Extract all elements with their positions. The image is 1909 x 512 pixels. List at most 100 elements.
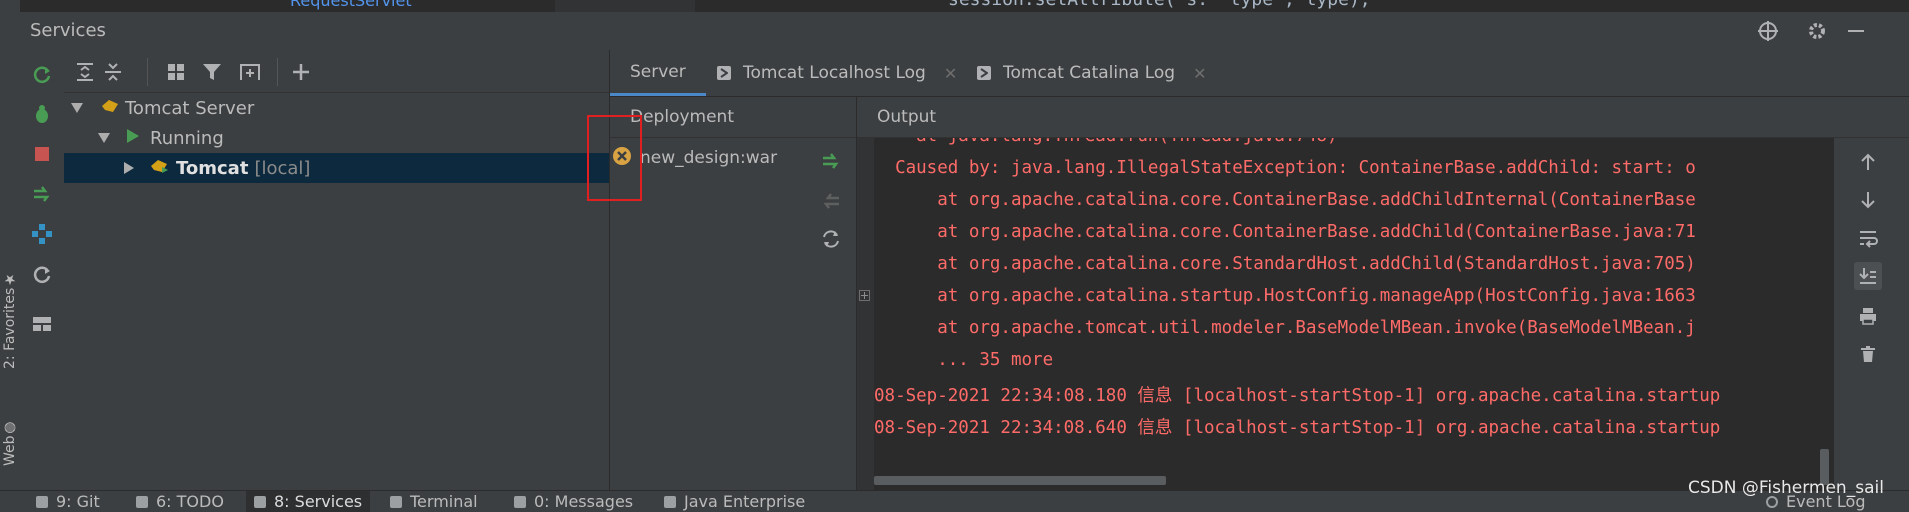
chevron-down-icon[interactable] — [98, 133, 110, 143]
tab-git-label: 9: Git — [56, 492, 100, 511]
soft-wrap-icon[interactable] — [1854, 224, 1882, 252]
globe-icon: ◍ — [2, 419, 18, 436]
artifacts-icon[interactable] — [30, 222, 54, 246]
tomcat-running-icon — [150, 158, 172, 179]
services-title-bar: Services — [20, 12, 1909, 50]
favorites-tab-label: 2: Favorites — [2, 287, 18, 369]
tree-label-tomcat-server: Tomcat Server — [125, 97, 255, 119]
tree-label-local: [local] — [254, 157, 311, 179]
web-tab[interactable]: Web ◍ — [0, 412, 20, 474]
stop-icon[interactable] — [30, 142, 54, 166]
deployment-title: Deployment — [630, 107, 734, 127]
console-line: ... 35 more — [874, 350, 1054, 370]
console-line: 08-Sep-2021 22:34:08.180 信息 [localhost-s… — [874, 386, 1721, 406]
terminal-icon — [390, 495, 402, 508]
rerun-icon[interactable] — [30, 62, 54, 86]
arrow-up-icon[interactable] — [1854, 148, 1882, 176]
console-line: at org.apache.catalina.core.ContainerBas… — [874, 190, 1696, 210]
todo-icon — [136, 495, 148, 508]
details-tab-bar: Server Tomcat Localhost Log ✕ Tomcat Cat… — [610, 50, 1909, 97]
deploy-icon[interactable] — [30, 182, 54, 206]
deploy-icon[interactable] — [820, 150, 844, 174]
tab-java-enterprise-label: Java Enterprise — [684, 492, 806, 511]
fold-expand-icon[interactable] — [859, 290, 870, 301]
console-output[interactable]: at java.lang.Thread.run(Thread.java:748)… — [874, 138, 1834, 490]
trash-icon[interactable] — [1854, 340, 1882, 368]
web-tab-label: Web — [2, 435, 18, 467]
editor-code-line: session.setAttribute( s: "type", type); — [948, 0, 1371, 10]
toolbar-separator — [147, 58, 148, 86]
editor-gutter — [555, 0, 695, 12]
tab-server[interactable]: Server — [610, 50, 706, 96]
tree-label-tomcat: Tomcat — [176, 157, 249, 179]
tab-localhost-log-label: Tomcat Localhost Log — [743, 63, 926, 83]
tab-tomcat-catalina-log[interactable]: Tomcat Catalina Log ✕ — [977, 50, 1206, 96]
refresh-icon[interactable] — [820, 228, 844, 252]
crosshair-icon[interactable] — [1755, 18, 1781, 44]
tree-label-running: Running — [150, 127, 224, 149]
java-enterprise-icon — [664, 495, 676, 508]
new-tab-icon[interactable] — [237, 59, 263, 85]
layout-icon[interactable] — [30, 312, 54, 336]
play-icon — [126, 128, 142, 149]
expand-all-icon[interactable] — [72, 59, 98, 85]
favorites-tab[interactable]: 2: Favorites ★ — [0, 270, 20, 370]
tomcat-icon — [101, 98, 119, 119]
services-action-column — [20, 50, 65, 490]
tab-messages-label: 0: Messages — [534, 492, 634, 511]
deployment-list: new_design:war — [610, 138, 857, 490]
services-icon — [254, 495, 266, 508]
tab-messages[interactable]: 0: Messages — [508, 491, 639, 512]
refresh-icon[interactable] — [30, 262, 54, 286]
gear-icon[interactable] — [1804, 18, 1830, 44]
editor-remnant: RequestServlet session.setAttribute( s: … — [20, 0, 1909, 12]
panel-title: Services — [30, 20, 106, 41]
tab-server-label: Server — [630, 61, 686, 82]
tab-terminal-label: Terminal — [410, 492, 478, 511]
tree-toolbar — [64, 50, 609, 93]
close-icon[interactable]: ✕ — [1193, 64, 1206, 83]
output-title: Output — [877, 107, 937, 127]
git-icon — [36, 495, 48, 508]
chevron-right-icon[interactable] — [124, 162, 134, 174]
console-line: 08-Sep-2021 22:34:08.640 信息 [localhost-s… — [874, 418, 1721, 438]
arrow-down-icon[interactable] — [1854, 186, 1882, 214]
tree-node-tomcat-server[interactable]: Tomcat Server — [64, 93, 609, 123]
add-service-icon[interactable] — [288, 59, 314, 85]
print-icon[interactable] — [1854, 302, 1882, 330]
highlight-box — [587, 115, 642, 201]
console-line: at org.apache.catalina.core.StandardHost… — [874, 254, 1696, 274]
editor-file-name: RequestServlet — [290, 0, 412, 10]
watermark: CSDN @Fishermen_sail — [1688, 478, 1884, 498]
tab-tomcat-localhost-log[interactable]: Tomcat Localhost Log ✕ — [717, 50, 957, 96]
group-by-icon[interactable] — [163, 59, 189, 85]
filter-icon[interactable] — [199, 59, 225, 85]
close-icon[interactable]: ✕ — [944, 64, 957, 83]
collapse-all-icon[interactable] — [100, 59, 126, 85]
console-icon — [717, 66, 731, 80]
deployment-artifact-name: new_design:war — [640, 148, 778, 168]
horizontal-scrollbar[interactable] — [874, 476, 1166, 485]
console-line: at org.apache.catalina.startup.HostConfi… — [874, 286, 1696, 306]
tab-terminal[interactable]: Terminal — [384, 491, 484, 512]
tab-todo[interactable]: 6: TODO — [130, 491, 230, 512]
console-icon — [977, 66, 991, 80]
debug-icon[interactable] — [30, 102, 54, 126]
tree-node-tomcat-local[interactable]: Tomcat [local] — [64, 153, 609, 183]
minimize-icon[interactable] — [1843, 18, 1869, 44]
console-line: Caused by: java.lang.IllegalStateExcepti… — [874, 158, 1696, 178]
undeploy-icon[interactable] — [820, 190, 844, 214]
tab-services[interactable]: 8: Services — [246, 491, 371, 512]
output-header: Output — [857, 97, 1909, 138]
tab-catalina-log-label: Tomcat Catalina Log — [1003, 63, 1176, 83]
tree-node-running[interactable]: Running — [64, 123, 609, 153]
scroll-to-end-icon[interactable] — [1854, 262, 1882, 290]
tab-java-enterprise[interactable]: Java Enterprise — [658, 491, 811, 512]
tab-git[interactable]: 9: Git — [30, 491, 106, 512]
tab-todo-label: 6: TODO — [156, 492, 224, 511]
console-line: at org.apache.catalina.core.ContainerBas… — [874, 222, 1696, 242]
chevron-down-icon[interactable] — [71, 103, 83, 113]
left-tool-strip: 2: Favorites ★ Web ◍ — [0, 0, 21, 511]
messages-icon — [514, 495, 526, 508]
toolbar-separator — [277, 58, 278, 86]
